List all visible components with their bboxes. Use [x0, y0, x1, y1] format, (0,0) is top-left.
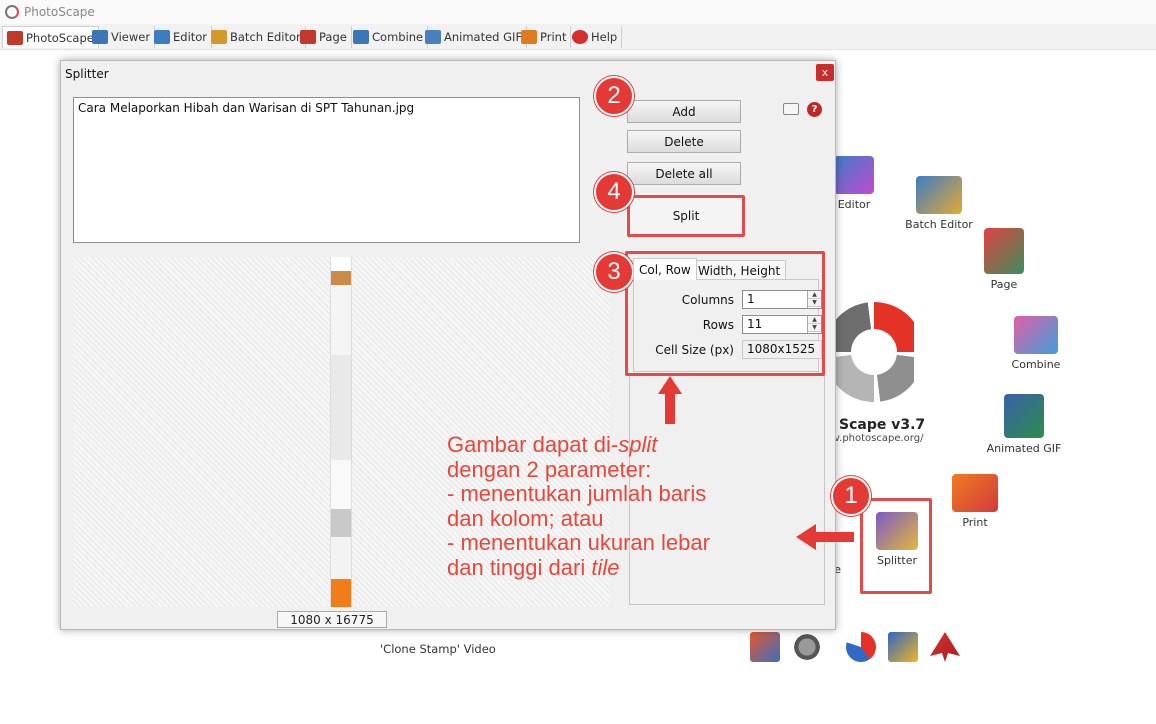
note-line-6: dan tinggi dari: [447, 554, 592, 580]
note-line-6-italic: tile: [591, 554, 620, 580]
note-line-2: dengan 2 parameter:: [447, 456, 652, 482]
note-line-4: dan kolom; atau: [447, 505, 604, 531]
arrow-left-shaft: [812, 532, 854, 542]
arrow-up-shaft: [665, 392, 675, 424]
arrow-left-head: [796, 524, 816, 550]
note-line-3: - menentukan jumlah baris: [447, 481, 707, 506]
arrow-up-head: [658, 376, 682, 394]
annotation-arrows: [658, 376, 854, 550]
note-line-5: - menentukan ukuran lebar: [447, 530, 710, 555]
tab-col-row[interactable]: Col, Row: [633, 258, 697, 280]
note-line-1: Gambar dapat di-: [447, 432, 619, 457]
note-line-1-italic: split: [618, 432, 658, 457]
annotation-note: Gambar dapat di-split dengan 2 parameter…: [447, 432, 710, 580]
